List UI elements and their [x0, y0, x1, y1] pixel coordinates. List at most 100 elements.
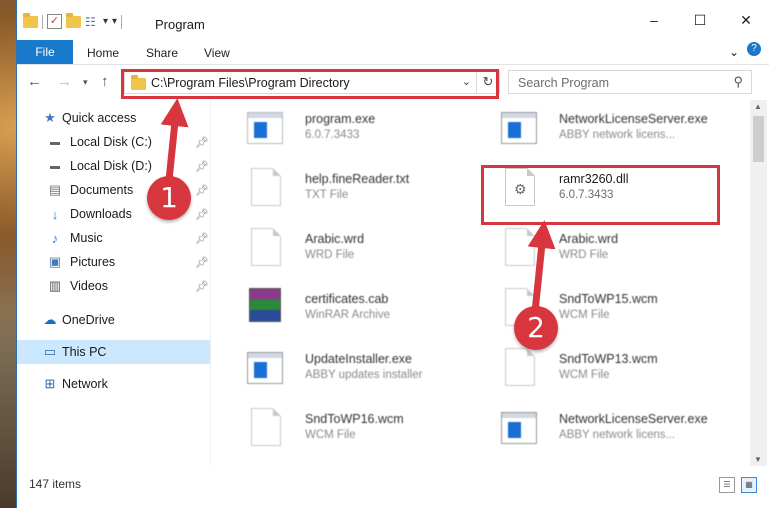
- recent-locations-icon[interactable]: ▾: [83, 77, 88, 88]
- properties-icon[interactable]: ☷: [85, 16, 99, 28]
- address-path[interactable]: C:\Program Files\Program Directory: [151, 76, 350, 90]
- file-item[interactable]: program.exe 6.0.7.3433: [247, 102, 477, 156]
- sidebar-item-label: Documents: [70, 183, 134, 197]
- download-arrow-icon: ↓: [51, 206, 59, 222]
- pin-icon[interactable]: 📌︎: [195, 208, 209, 221]
- file-item[interactable]: NetworkLicenseServer.exe ABBY network li…: [501, 102, 741, 156]
- sidebar-item-local-disk-c[interactable]: ▬ Local Disk (C:) 📌︎: [17, 130, 210, 154]
- file-item[interactable]: SndToWP16.wcm WCM File: [247, 402, 477, 456]
- folder-icon: [131, 75, 146, 90]
- sidebar-item-onedrive[interactable]: ☁ OneDrive: [17, 308, 210, 332]
- sidebar-item-label: Music: [70, 231, 103, 245]
- expand-ribbon-icon[interactable]: ⌄: [729, 45, 739, 59]
- sidebar-item-local-disk-d[interactable]: ▬ Local Disk (D:) 📌︎: [17, 154, 210, 178]
- sidebar-item-label: Local Disk (C:): [70, 135, 152, 149]
- file-item[interactable]: UpdateInstaller.exe ABBY updates install…: [247, 342, 477, 396]
- explorer-window: ✓ ☷ ▾ ▾ Program – ☐ ✕ File Home Share Vi…: [16, 0, 769, 508]
- videos-icon: ▥: [48, 278, 62, 293]
- pin-icon[interactable]: 📌︎: [195, 232, 209, 245]
- document-icon: [247, 228, 283, 268]
- ribbon-tabs: File Home Share View ⌄ ?: [17, 40, 769, 65]
- vertical-scrollbar[interactable]: ▲ ▼: [750, 100, 767, 466]
- chevron-down-icon[interactable]: ⌄: [462, 75, 471, 88]
- title-bar: ✓ ☷ ▾ ▾ Program – ☐ ✕: [17, 0, 769, 40]
- sidebar-item-network[interactable]: ⊞ Network: [17, 372, 210, 396]
- tab-home[interactable]: Home: [87, 46, 119, 60]
- file-detail: ABBY network licens...: [559, 129, 676, 141]
- pin-icon[interactable]: 📌︎: [195, 184, 209, 197]
- large-icons-view-icon[interactable]: ▦: [741, 477, 757, 493]
- window-title: Program: [155, 17, 205, 32]
- file-item-ramr3260[interactable]: ⚙ ramr3260.dll 6.0.7.3433: [501, 162, 741, 216]
- music-note-icon: ♪: [51, 230, 59, 246]
- pin-icon[interactable]: 📌︎: [195, 160, 209, 173]
- sidebar-item-pictures[interactable]: ▣ Pictures 📌︎: [17, 250, 210, 274]
- refresh-icon[interactable]: ↻: [476, 71, 499, 93]
- scrollbar-thumb[interactable]: [753, 116, 764, 162]
- winrar-icon: [247, 288, 283, 328]
- network-icon: ⊞: [44, 376, 56, 391]
- tab-file[interactable]: File: [17, 40, 73, 64]
- sidebar-item-videos[interactable]: ▥ Videos 📌︎: [17, 274, 210, 298]
- view-switcher: ☰ ▦: [719, 477, 757, 493]
- help-icon[interactable]: ?: [747, 42, 761, 56]
- status-bar: 147 items ☰ ▦: [17, 466, 769, 508]
- tab-view[interactable]: View: [204, 46, 230, 60]
- maximize-button[interactable]: ☐: [677, 0, 723, 40]
- installer-icon: [247, 108, 283, 148]
- pane-divider: [210, 100, 211, 466]
- navigation-pane: ★ Quick access ▬ Local Disk (C:) 📌︎ ▬ Lo…: [17, 104, 210, 466]
- search-icon[interactable]: ⚲: [733, 74, 743, 90]
- tab-share[interactable]: Share: [146, 46, 178, 60]
- sidebar-item-label: Pictures: [70, 255, 116, 269]
- exe-window-icon: [501, 408, 537, 448]
- scroll-up-icon[interactable]: ▲: [754, 102, 762, 111]
- pin-icon[interactable]: 📌︎: [195, 280, 209, 293]
- file-name: Arabic.wrd: [559, 232, 619, 246]
- properties-check-icon[interactable]: ✓: [47, 14, 62, 29]
- folder-icon[interactable]: [23, 12, 38, 28]
- customize-toolbar-icon[interactable]: ▾: [112, 16, 117, 27]
- up-arrow-icon[interactable]: ↑: [101, 73, 109, 90]
- details-view-icon[interactable]: ☰: [719, 477, 735, 493]
- pin-icon[interactable]: 📌︎: [195, 136, 209, 149]
- file-name: UpdateInstaller.exe: [305, 352, 413, 366]
- file-name: SndToWP13.wcm: [559, 352, 658, 366]
- file-item[interactable]: Arabic.wrd WRD File: [501, 222, 741, 276]
- file-detail: WinRAR Archive: [305, 309, 390, 321]
- minimize-button[interactable]: –: [631, 0, 677, 40]
- item-count: 147 items: [29, 477, 82, 491]
- file-name: SndToWP16.wcm: [305, 412, 404, 426]
- sidebar-item-quick-access[interactable]: ★ Quick access: [17, 106, 210, 130]
- sidebar-item-label: Videos: [70, 279, 108, 293]
- file-name: SndToWP15.wcm: [559, 292, 658, 306]
- drive-icon: ▬: [50, 136, 60, 148]
- new-folder-icon[interactable]: [66, 12, 81, 28]
- sidebar-item-label: Downloads: [70, 207, 132, 221]
- scroll-down-icon[interactable]: ▼: [754, 455, 762, 464]
- file-detail: TXT File: [305, 189, 349, 201]
- back-arrow-icon[interactable]: ←: [27, 73, 42, 90]
- address-bar[interactable]: C:\Program Files\Program Directory ⌄ ↻: [124, 70, 500, 94]
- document-icon: [501, 348, 537, 388]
- forward-arrow-icon[interactable]: →: [57, 73, 72, 90]
- file-item[interactable]: NetworkLicenseServer.exe ABBY network li…: [501, 402, 741, 456]
- file-detail: 6.0.7.3433: [559, 189, 614, 201]
- file-item[interactable]: help.fineReader.txt TXT File: [247, 162, 477, 216]
- address-row: ← → ▾ ↑ C:\Program Files\Program Directo…: [17, 65, 769, 99]
- close-button[interactable]: ✕: [723, 0, 769, 40]
- sidebar-item-this-pc[interactable]: ▭ This PC: [17, 340, 210, 364]
- file-item[interactable]: certificates.cab WinRAR Archive: [247, 282, 477, 336]
- chevron-down-icon[interactable]: ▾: [103, 16, 108, 27]
- file-detail: WCM File: [559, 369, 610, 381]
- file-name: NetworkLicenseServer.exe: [559, 412, 708, 426]
- file-item[interactable]: Arabic.wrd WRD File: [247, 222, 477, 276]
- file-detail: WCM File: [305, 429, 356, 441]
- file-item[interactable]: SndToWP13.wcm WCM File: [501, 342, 741, 396]
- toolbar-divider: [42, 14, 43, 29]
- pin-icon[interactable]: 📌︎: [195, 256, 209, 269]
- file-name: Arabic.wrd: [305, 232, 365, 246]
- file-detail: ABBY updates installer: [305, 369, 423, 381]
- search-input[interactable]: Search Program ⚲: [508, 70, 752, 94]
- sidebar-item-music[interactable]: ♪ Music 📌︎: [17, 226, 210, 250]
